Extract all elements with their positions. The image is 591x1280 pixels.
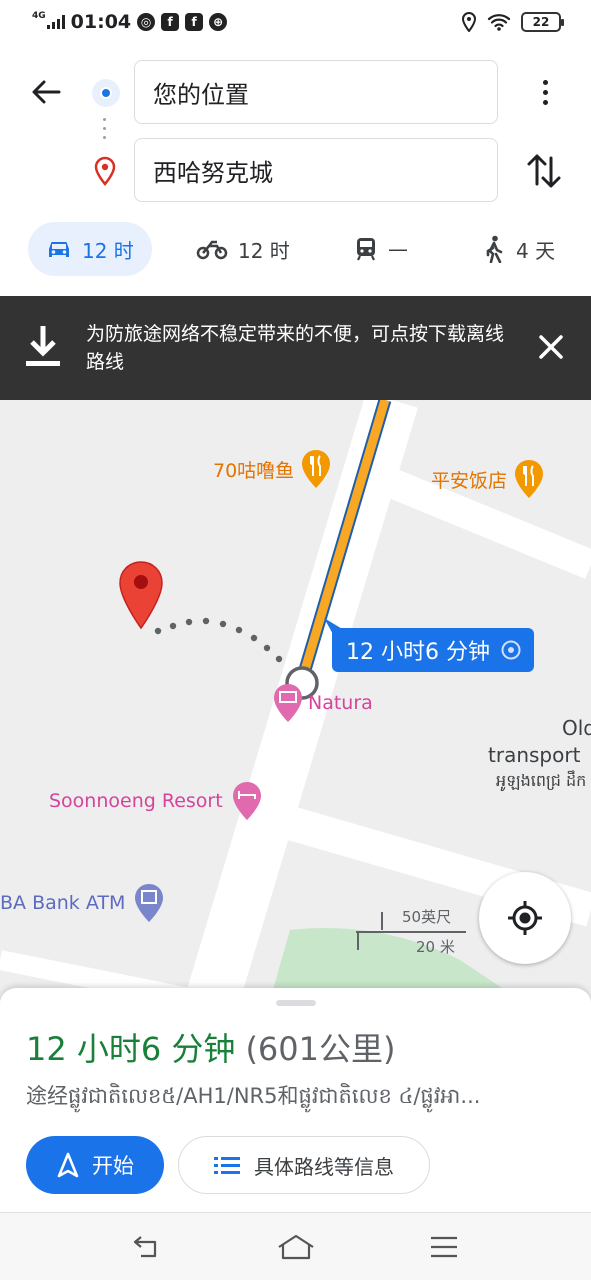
route-summary: 12 小时6 分钟 (601公里) xyxy=(26,1024,396,1070)
poi-hotel[interactable]: Natura xyxy=(272,682,373,724)
facebook-icon: f xyxy=(185,13,204,31)
map-view[interactable]: 70咕噜鱼 平安饭店 Natura Soonnoeng Resort BA Ba… xyxy=(0,400,591,1000)
my-location-button[interactable] xyxy=(479,872,571,964)
poi-restaurant-label: 70咕噜鱼 xyxy=(213,459,295,482)
train-icon xyxy=(357,238,375,261)
scale-imperial: 50英尺 xyxy=(402,908,452,926)
tab-drive[interactable]: 12 时 xyxy=(28,222,152,276)
start-label: 开始 xyxy=(92,1154,134,1178)
travel-mode-tabs: 12 时 12 时 — 4 天 xyxy=(0,222,591,278)
poi-atm[interactable]: BA Bank ATM xyxy=(0,882,165,924)
origin-input[interactable]: 您的位置 xyxy=(134,60,498,124)
battery-level: 22 xyxy=(532,15,550,29)
hotel-icon xyxy=(274,684,302,722)
motorcycle-duration: 12 时 xyxy=(238,238,290,263)
transit-duration: — xyxy=(388,237,408,261)
poi-hotel-label: Natura xyxy=(308,692,373,714)
start-navigation-button[interactable]: 开始 xyxy=(26,1136,164,1194)
facebook-icon: f xyxy=(161,13,180,31)
signal-icon: 4G xyxy=(32,11,65,29)
location-icon xyxy=(461,12,477,32)
poi-transport-line1[interactable]: Old xyxy=(562,716,591,740)
poi-transport-khmer[interactable]: អូឡងពេជ្រ ដឹក xyxy=(496,770,586,794)
route-details-button[interactable]: 具体路线等信息 xyxy=(178,1136,430,1194)
drive-duration: 12 时 xyxy=(82,238,134,263)
clock: 01:04 xyxy=(70,11,132,33)
hotel-icon xyxy=(232,782,261,820)
origin-text: 您的位置 xyxy=(153,80,249,109)
summary-duration: 12 小时6 分钟 xyxy=(26,1030,236,1068)
navigation-arrow-icon xyxy=(57,1152,79,1178)
route-duration-text: 12 小时6 分钟 xyxy=(346,640,490,665)
route-via-text: 途经ផ្លូវជាតិលេខ៥/AH1/NR5和ផ្លូវជាតិលេខ ៤/ផ… xyxy=(26,1084,481,1108)
close-icon xyxy=(539,335,563,359)
menu-icon xyxy=(431,1236,457,1258)
destination-pin-icon xyxy=(94,156,116,186)
tab-transit[interactable]: — xyxy=(354,222,408,276)
restaurant-icon xyxy=(302,450,331,488)
wechat-icon: ◎ xyxy=(137,13,156,31)
my-location-dot-icon xyxy=(92,79,120,107)
list-icon xyxy=(214,1157,240,1174)
callout-pointer xyxy=(324,618,344,636)
map-scale: 50英尺 20 米 xyxy=(356,904,466,956)
summary-distance: (601公里) xyxy=(245,1030,396,1068)
destination-text: 西哈努克城 xyxy=(153,158,273,187)
walk-duration: 4 天 xyxy=(516,238,556,263)
nav-menu-button[interactable] xyxy=(424,1229,464,1265)
destination-marker-icon xyxy=(119,561,163,630)
swap-button[interactable] xyxy=(524,150,564,192)
battery-icon: 22 xyxy=(521,12,564,32)
banner-text: 为防旅途网络不稳定带来的不便，可点按下载离线路线 xyxy=(86,323,505,373)
nav-home-button[interactable] xyxy=(276,1229,316,1265)
route-dots-icon xyxy=(103,118,106,139)
sheet-drag-handle[interactable] xyxy=(276,1000,316,1006)
crosshair-icon xyxy=(508,901,542,935)
motorcycle-icon xyxy=(196,240,228,260)
poi-atm-label: BA Bank ATM xyxy=(0,892,126,914)
scale-metric: 20 米 xyxy=(416,938,455,956)
car-icon xyxy=(49,242,69,257)
system-nav-bar xyxy=(0,1212,591,1280)
route-duration-label[interactable]: 12 小时6 分钟 xyxy=(332,628,534,672)
download-icon xyxy=(26,326,60,366)
tab-motorcycle[interactable]: 12 时 xyxy=(196,222,290,276)
back-button[interactable] xyxy=(26,72,66,112)
nav-back-button[interactable] xyxy=(126,1229,166,1265)
swap-vertical-icon xyxy=(527,154,561,188)
tab-walk[interactable]: 4 天 xyxy=(482,222,555,276)
poi-restaurant[interactable]: 70咕噜鱼 xyxy=(213,448,332,490)
wifi-icon xyxy=(487,14,511,31)
details-label: 具体路线等信息 xyxy=(254,1154,394,1179)
poi-hotel[interactable]: Soonnoeng Resort xyxy=(49,780,263,822)
status-bar: 4G 01:04 ◎ f f ⊕ 22 xyxy=(0,0,591,44)
banner-close-button[interactable] xyxy=(536,332,566,362)
poi-hotel-label: Soonnoeng Resort xyxy=(49,790,223,812)
info-circle-icon xyxy=(501,640,521,660)
basketball-icon: ⊕ xyxy=(209,13,228,31)
network-type: 4G xyxy=(32,11,46,21)
poi-restaurant-label: 平安饭店 xyxy=(431,469,508,492)
more-options-button[interactable] xyxy=(528,74,562,110)
destination-input[interactable]: 西哈努克城 xyxy=(134,138,498,202)
poi-restaurant[interactable]: 平安饭店 xyxy=(431,458,545,500)
back-icon xyxy=(133,1236,157,1258)
home-icon xyxy=(278,1234,314,1260)
restaurant-icon xyxy=(515,460,544,498)
offline-download-banner[interactable]: 为防旅途网络不稳定带来的不便，可点按下载离线路线 xyxy=(0,296,591,400)
atm-icon xyxy=(135,884,164,922)
route-summary-sheet[interactable]: 12 小时6 分钟 (601公里) 途经ផ្លូវជាតិលេខ៥/AH1/NR5… xyxy=(0,988,591,1212)
poi-transport-line2[interactable]: transport xyxy=(488,743,580,767)
arrow-left-icon xyxy=(32,80,61,104)
walking-icon xyxy=(486,235,503,263)
